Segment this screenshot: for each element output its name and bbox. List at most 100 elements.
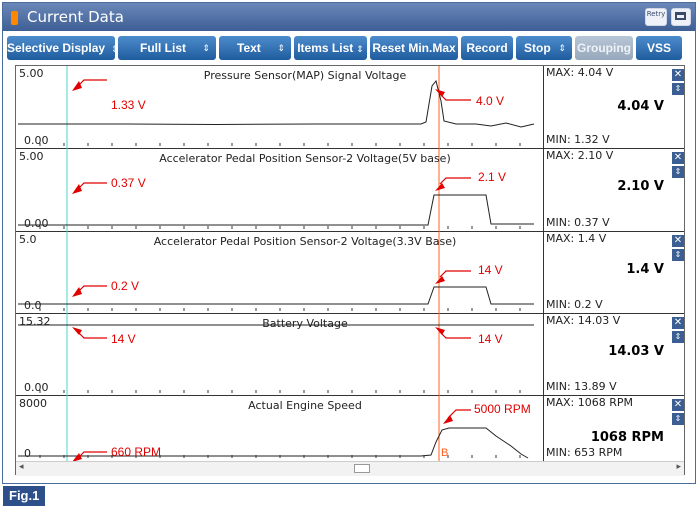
vss-button[interactable]: VSS [636,36,682,60]
panel-info: MAX: 14.03 V 14.03 V MIN: 13.89 V ✕ ⇕ [543,314,684,395]
cursor-b-label: B [441,447,449,459]
stop-button[interactable]: Stop ⇕ [516,36,572,60]
annot-arrow-left [77,451,107,459]
annot-arrow-left [77,182,107,190]
max-value: MAX: 14.03 V [546,314,621,327]
arrowhead-icon [435,183,445,191]
min-value: MIN: 1.32 V [546,133,610,146]
panel-info: MAX: 2.10 V 2.10 V MIN: 0.37 V ✕ ⇕ [543,149,684,231]
panel-title: Accelerator Pedal Position Sensor-2 Volt… [153,235,457,248]
full-list-button[interactable]: Full List ⇕ [118,36,216,60]
close-icon[interactable]: ✕ [672,399,684,411]
figure-label: Fig.1 [3,486,46,506]
scale-bottom: 0.00 [24,381,49,394]
window-title: Current Data [27,8,124,26]
updown-icon: ⇕ [356,44,364,54]
selective-display-label: Selective Display [7,41,106,55]
text-button[interactable]: Text ⇕ [219,36,291,60]
close-icon[interactable]: ✕ [672,235,684,247]
panel-title: Battery Voltage [262,317,348,330]
scroll-left-icon[interactable]: ◂ [19,462,24,472]
current-value: 1068 RPM [590,430,664,445]
annotation-right: 5000 RPM [474,402,531,416]
min-value: MIN: 0.37 V [546,216,610,229]
reset-min-max-label: Reset Min.Max [372,41,456,55]
panel-engine-speed: 8000 0 Actual Engine Speed 660 RPM 5000 … [16,396,684,461]
scale-bottom: 0.00 [24,134,49,147]
scroll-thumb[interactable] [354,464,370,473]
scale-bottom: 0 [24,447,31,460]
panel-app-sensor-5v: 5.00 0.00 Accelerator Pedal Position Sen… [16,149,684,232]
updown-icon: ⇕ [277,43,285,53]
close-icon[interactable]: ✕ [672,152,684,164]
annotation-left: 660 RPM [111,445,162,459]
trace-map-voltage [18,79,535,128]
reorder-icon[interactable]: ⇕ [672,413,684,425]
annotation-left: 1.33 V [111,98,146,112]
reorder-icon[interactable]: ⇕ [672,249,684,261]
app-icon [11,11,18,25]
max-value: MAX: 4.04 V [546,66,614,79]
updown-icon: ⇕ [202,43,210,53]
reorder-icon[interactable]: ⇕ [672,166,684,178]
min-value: MIN: 653 RPM [546,446,623,459]
scale-top: 5.00 [19,67,44,80]
graph-area: 5.00 0.00 Pressure Sensor(MAP) Signal Vo… [15,65,685,476]
items-list-label: Items List [297,41,354,55]
annot-arrow-left [77,331,107,339]
horizontal-scrollbar[interactable]: ◂ ▸ [16,461,684,476]
grouping-label: Grouping [577,41,631,55]
annot-arrow-right [439,331,471,339]
reorder-icon[interactable]: ⇕ [672,331,684,343]
reset-min-max-button[interactable]: Reset Min.Max [370,36,458,60]
panel-info: MAX: 4.04 V 4.04 V MIN: 1.32 V ✕ ⇕ [543,66,684,148]
record-label: Record [466,41,508,55]
annotation-right: 14 V [478,263,503,277]
retry-label: Retry [646,10,666,18]
arrowhead-icon [443,415,453,424]
retry-button[interactable]: Retry [645,8,667,26]
text-label: Text [237,41,261,55]
annot-arrow-right [439,270,471,278]
arrowhead-icon [72,81,82,91]
annotation-right: 2.1 V [478,170,507,184]
annotation-left: 0.2 V [111,279,140,293]
min-value: MIN: 0.2 V [546,298,603,311]
panel-title: Actual Engine Speed [248,399,362,412]
current-value: 2.10 V [617,179,664,194]
current-value: 14.03 V [608,344,664,359]
scroll-right-icon[interactable]: ▸ [676,462,681,472]
arrowhead-icon [72,287,82,297]
trace-app-sensor-3v [18,286,534,305]
panel-info: MAX: 1068 RPM 1068 RPM MIN: 653 RPM ✕ ⇕ [543,396,684,461]
grouping-button[interactable]: Grouping [575,36,633,60]
scale-top: 8000 [19,397,47,410]
min-value: MIN: 13.89 V [546,380,617,393]
vss-label: VSS [646,41,671,55]
close-icon[interactable]: ✕ [672,69,684,81]
record-button[interactable]: Record [461,36,513,60]
scale-bottom: 0.00 [24,217,49,230]
updown-icon: ⇕ [558,43,566,53]
max-value: MAX: 2.10 V [546,149,614,162]
arrowhead-icon [72,184,82,194]
current-data-window: Current Data Retry Selective Display ⇕ Fu… [2,2,696,484]
annotation-left: 0.37 V [111,176,146,190]
items-list-button[interactable]: Items List ⇕ [294,36,367,60]
trace-engine-speed [18,427,529,459]
maximize-button[interactable] [671,8,691,26]
annotation-right: 14 V [478,332,503,346]
panel-title: Accelerator Pedal Position Sensor-2 Volt… [159,152,451,165]
max-value: MAX: 1.4 V [546,232,607,245]
close-icon[interactable]: ✕ [672,317,684,329]
reorder-icon[interactable]: ⇕ [672,83,684,95]
scale-top: 15.32 [19,315,51,328]
title-bar: Current Data Retry [3,3,695,31]
full-list-label: Full List [140,41,186,55]
selective-display-button[interactable]: Selective Display ⇕ [7,36,119,60]
panel-battery-voltage: 15.32 0.00 Battery Voltage 14 V 14 V MAX… [16,314,684,396]
arrowhead-icon [72,453,82,461]
annot-arrow-right [439,177,471,185]
arrowhead-icon [435,276,445,284]
scale-top: 5.0 [19,233,37,246]
